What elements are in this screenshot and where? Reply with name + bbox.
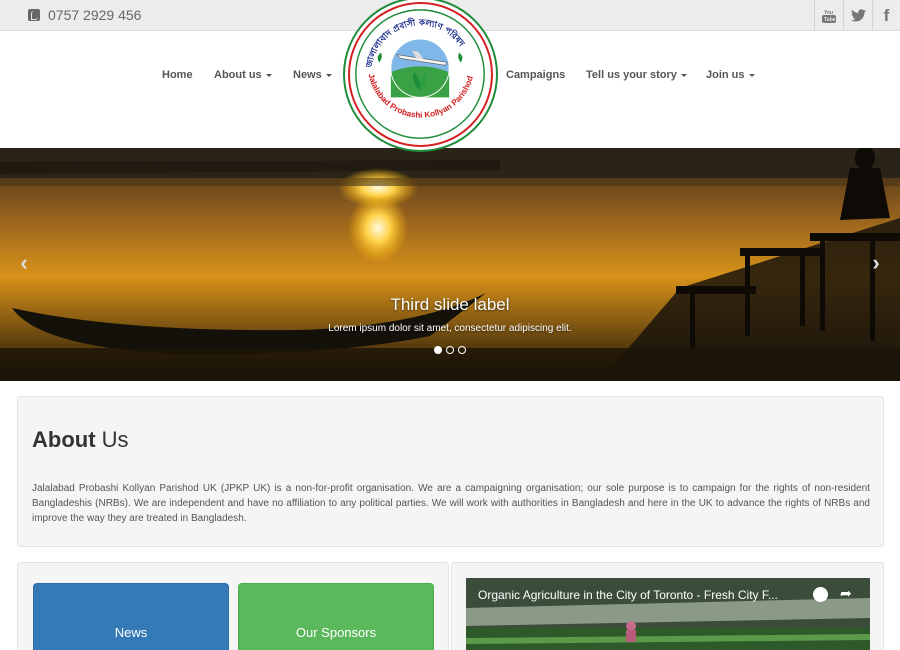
hero-carousel: ‹ › Third slide label Lorem ipsum dolor … (0, 148, 900, 381)
about-section: About Us Jalalabad Probashi Kollyan Pari… (17, 396, 884, 547)
facebook-icon: f (883, 5, 890, 25)
nav-about[interactable]: About us (214, 69, 272, 81)
video-panel: Organic Agriculture in the City of Toron… (451, 562, 884, 650)
youtube-link[interactable]: You Tube (814, 0, 843, 31)
nav-story-label: Tell us your story (586, 69, 677, 81)
svg-text:You: You (824, 10, 833, 16)
nav-news-label: News (293, 69, 322, 81)
news-tile-button[interactable]: News (33, 583, 229, 650)
carousel-caption-title: Third slide label (390, 295, 510, 314)
sponsors-tile-button[interactable]: Our Sponsors (238, 583, 434, 650)
video-title: Organic Agriculture in the City of Toron… (478, 588, 778, 602)
logo-emblem-icon: জালালাবাদ প্রবাসী কল্যাণ পরিষদ Jalalabad… (355, 9, 485, 139)
nav-news[interactable]: News (293, 69, 332, 81)
phone-contact: 0757 2929 456 (28, 7, 141, 23)
nav-join-label: Join us (706, 69, 745, 81)
phone-number: 0757 2929 456 (48, 7, 142, 23)
caret-down-icon (265, 73, 272, 77)
phone-icon (28, 9, 40, 21)
twitter-link[interactable] (843, 0, 872, 31)
caret-down-icon (325, 73, 332, 77)
nav-campaigns-label: Campaigns (506, 69, 566, 81)
carousel-caption-text: Lorem ipsum dolor sit amet, consectetur … (328, 323, 572, 334)
youtube-icon: You Tube (822, 10, 836, 23)
carousel-indicators (434, 346, 466, 354)
svg-text:Tube: Tube (824, 17, 836, 23)
about-text: Jalalabad Probashi Kollyan Parishod UK (… (32, 483, 870, 524)
about-heading-bold: About (32, 427, 96, 452)
nav-campaigns[interactable]: Campaigns (506, 69, 565, 81)
facebook-link[interactable]: f (872, 0, 900, 31)
nav-home-label: Home (162, 69, 193, 81)
nav-story[interactable]: Tell us your story (586, 69, 687, 81)
watch-later-icon[interactable] (813, 587, 828, 602)
carousel-next-button[interactable]: › (861, 248, 891, 278)
nav-join[interactable]: Join us (706, 69, 755, 81)
video-player[interactable]: Organic Agriculture in the City of Toron… (466, 578, 870, 650)
carousel-prev-button[interactable]: ‹ (9, 248, 39, 278)
site-logo[interactable]: জালালাবাদ প্রবাসী কল্যাণ পরিষদ Jalalabad… (348, 2, 493, 147)
quick-links-panel: News Our Sponsors (17, 562, 449, 650)
social-links: You Tube f (814, 0, 900, 31)
share-icon[interactable]: ➦ (840, 585, 852, 602)
caret-down-icon (680, 73, 687, 77)
about-heading: About Us (32, 427, 129, 453)
chevron-left-icon: ‹ (20, 250, 28, 275)
chevron-right-icon: › (872, 250, 880, 275)
carousel-indicator[interactable] (458, 346, 466, 354)
twitter-icon (850, 9, 866, 22)
nav-about-label: About us (214, 69, 262, 81)
about-heading-rest: Us (95, 427, 129, 452)
carousel-indicator[interactable] (434, 346, 442, 354)
carousel-indicator[interactable] (446, 346, 454, 354)
nav-home[interactable]: Home (162, 69, 193, 81)
caret-down-icon (748, 73, 755, 77)
